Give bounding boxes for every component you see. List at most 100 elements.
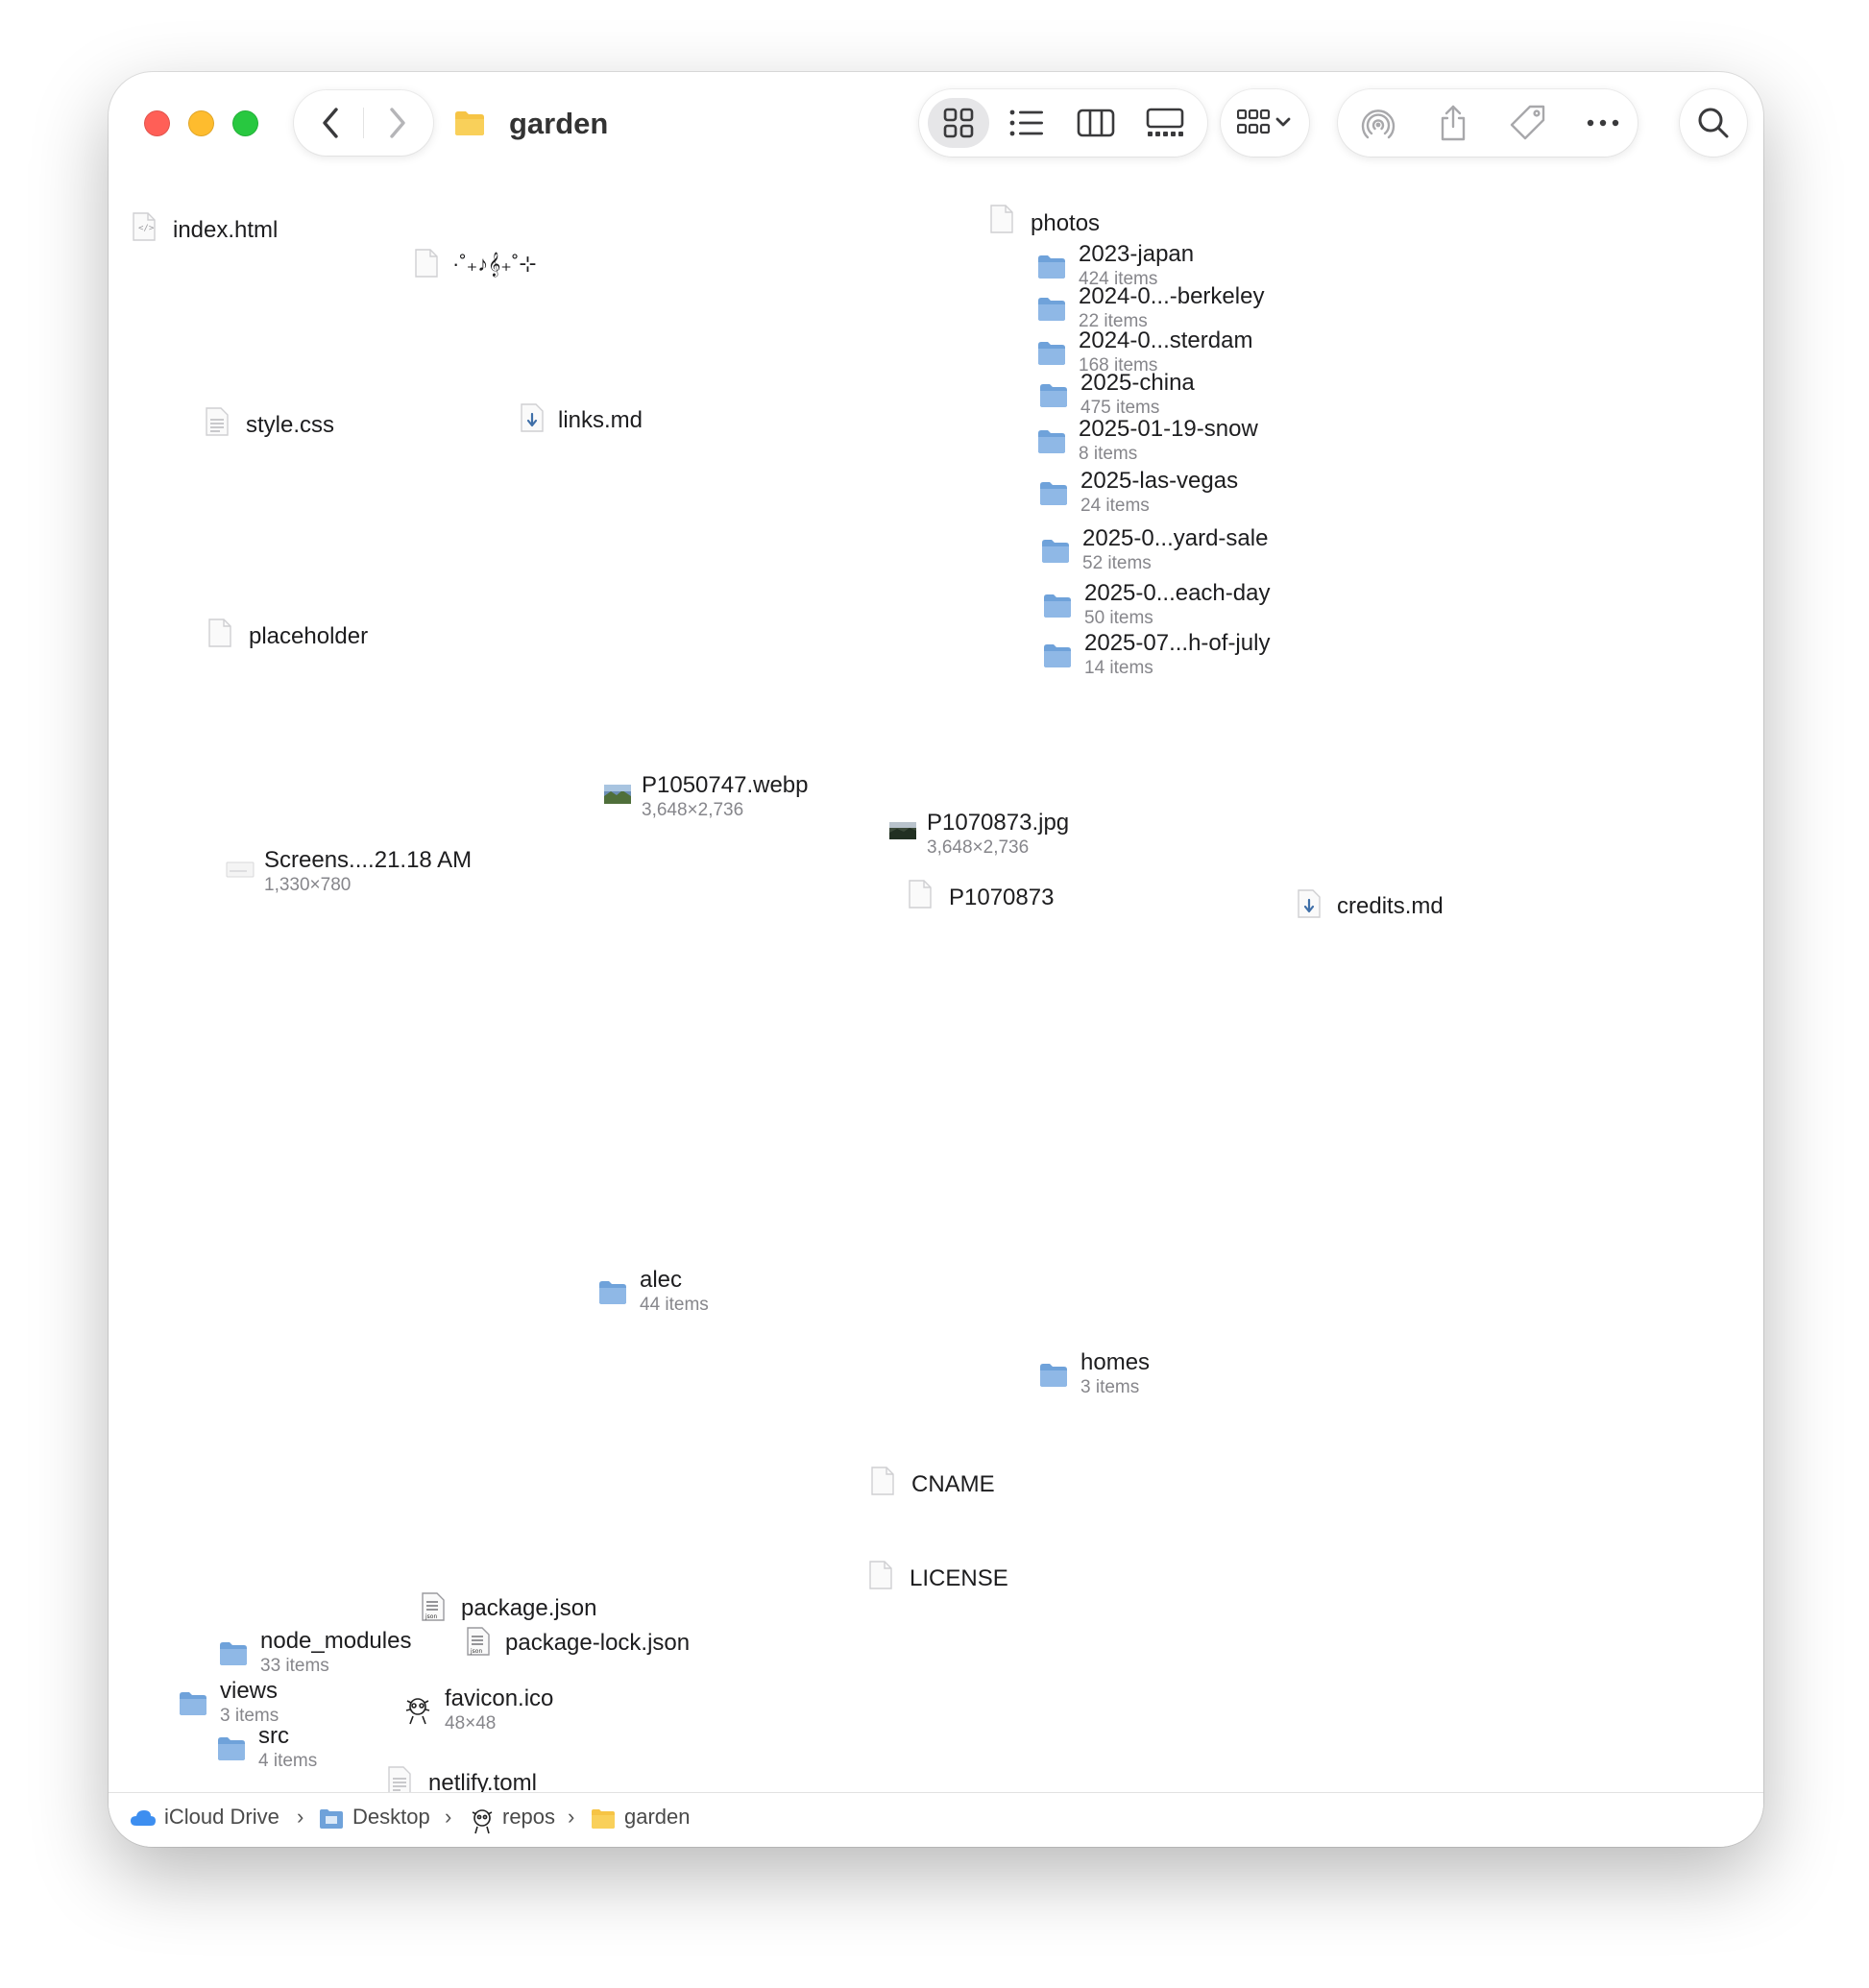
item-name: credits.md [1337,893,1444,919]
generic-file-icon [989,204,1014,239]
gallery-view-button[interactable] [1134,98,1196,148]
item-name: src [258,1723,289,1749]
item-count: 8 items [1079,444,1138,464]
item-name: CNAME [911,1471,995,1497]
ellipsis-icon [1587,119,1619,127]
item-name: 2025-07...h-of-july [1084,630,1271,656]
item-name: package.json [461,1595,597,1621]
item-name: style.css [246,412,335,438]
item-name: views [220,1678,279,1704]
title-folder-icon [454,110,485,141]
folder-icon [1043,594,1072,623]
svg-text:</>: </> [138,224,155,233]
navigation-group [294,90,433,156]
folder-icon [598,1280,627,1310]
list-view-icon [1009,109,1043,136]
forward-button[interactable] [373,99,423,147]
actions-group [1338,89,1638,157]
breadcrumb-separator: › [568,1805,575,1829]
folder-icon [1043,643,1072,673]
item-name: Screens....21.18 AM [264,847,473,873]
item-name: 2024-0...sterdam [1079,327,1253,353]
item-name: placeholder [249,623,369,649]
item-name: 2025-las-vegas [1080,468,1239,494]
tag-icon [1510,105,1545,140]
generic-file-icon [207,618,232,653]
generic-file-icon [908,879,933,914]
item-name: ·˚₊♪𝄞₊˚⊹ [452,252,537,276]
path-bar: iCloud Drive › Desktop › repos › garden [109,1792,1763,1847]
chevron-right-icon [390,108,405,138]
more-button[interactable] [1576,98,1630,148]
item-name: P1070873 [949,885,1055,910]
folder-icon [1037,341,1066,371]
item-name: index.html [173,217,279,243]
item-name: 2025-0...yard-sale [1082,525,1269,551]
item-count: 24 items [1080,496,1150,516]
close-button[interactable] [144,110,170,136]
item-name: homes [1080,1349,1151,1375]
folder-icon [1037,297,1066,327]
generic-file-icon [868,1560,893,1595]
item-count: 14 items [1084,658,1153,678]
share-button[interactable] [1426,98,1480,148]
svg-text:json: json [470,1648,482,1655]
item-count: 44 items [640,1295,709,1315]
json-file-icon: json [421,1591,446,1627]
list-view-button[interactable] [996,98,1057,148]
zoom-button[interactable] [232,110,258,136]
back-button[interactable] [305,99,355,147]
item-count: 33 items [260,1656,329,1676]
icon-view-icon [943,108,974,138]
group-by-button[interactable] [1221,89,1309,157]
favicon-image-icon [401,1693,434,1731]
finder-window: garden </> index.html ·˚₊♪𝄞₊˚⊹ photos 42… [109,72,1763,1847]
item-dimensions: 3,648×2,736 [927,837,1030,858]
item-dimensions: 48×48 [445,1713,497,1733]
item-name: 2023-japan [1079,241,1195,267]
breadcrumb-icloud-drive[interactable]: iCloud Drive [164,1805,279,1830]
breadcrumb-separator: › [297,1805,304,1829]
chevron-left-icon [323,108,338,138]
folder-icon [1039,1363,1068,1393]
item-name: P1050747.webp [642,772,809,798]
item-name: P1070873.jpg [927,810,1070,836]
breadcrumb-garden[interactable]: garden [624,1805,691,1830]
column-view-button[interactable] [1065,98,1127,148]
item-name: favicon.ico [445,1685,554,1711]
icloud-icon [130,1809,157,1831]
search-button[interactable] [1680,89,1747,157]
image-thumbnail-icon [888,819,917,847]
item-name: 2025-01-19-snow [1079,416,1258,442]
breadcrumb-repos[interactable]: repos [502,1805,555,1830]
folder-icon [1039,383,1068,413]
item-count: 3 items [1080,1377,1140,1397]
airdrop-button[interactable] [1351,98,1405,148]
window-title: garden [509,107,609,140]
breadcrumb-separator: › [445,1805,452,1829]
garden-folder-icon [591,1808,616,1834]
gallery-view-icon [1146,108,1184,136]
folder-icon [1039,481,1068,511]
generic-file-icon [414,248,439,283]
folder-icon [1037,255,1066,284]
minimize-button[interactable] [188,110,214,136]
svg-text:json: json [425,1613,437,1620]
item-name: LICENSE [910,1565,1008,1591]
generic-file-icon [870,1466,895,1501]
item-name: package-lock.json [505,1630,691,1656]
view-mode-group [919,89,1207,157]
markdown-file-icon [1297,888,1322,924]
item-name: alec [640,1267,683,1293]
folder-icon [219,1641,248,1671]
group-by-icon [1237,109,1291,134]
markdown-file-icon [520,402,545,438]
tags-button[interactable] [1501,98,1555,148]
airdrop-icon [1361,109,1396,139]
breadcrumb-desktop[interactable]: Desktop [352,1805,430,1830]
item-count: 4 items [258,1751,318,1771]
folder-icon [1041,539,1070,569]
item-name: 2024-0...-berkeley [1079,283,1265,309]
column-view-icon [1077,109,1115,137]
icon-view-button[interactable] [928,98,989,148]
